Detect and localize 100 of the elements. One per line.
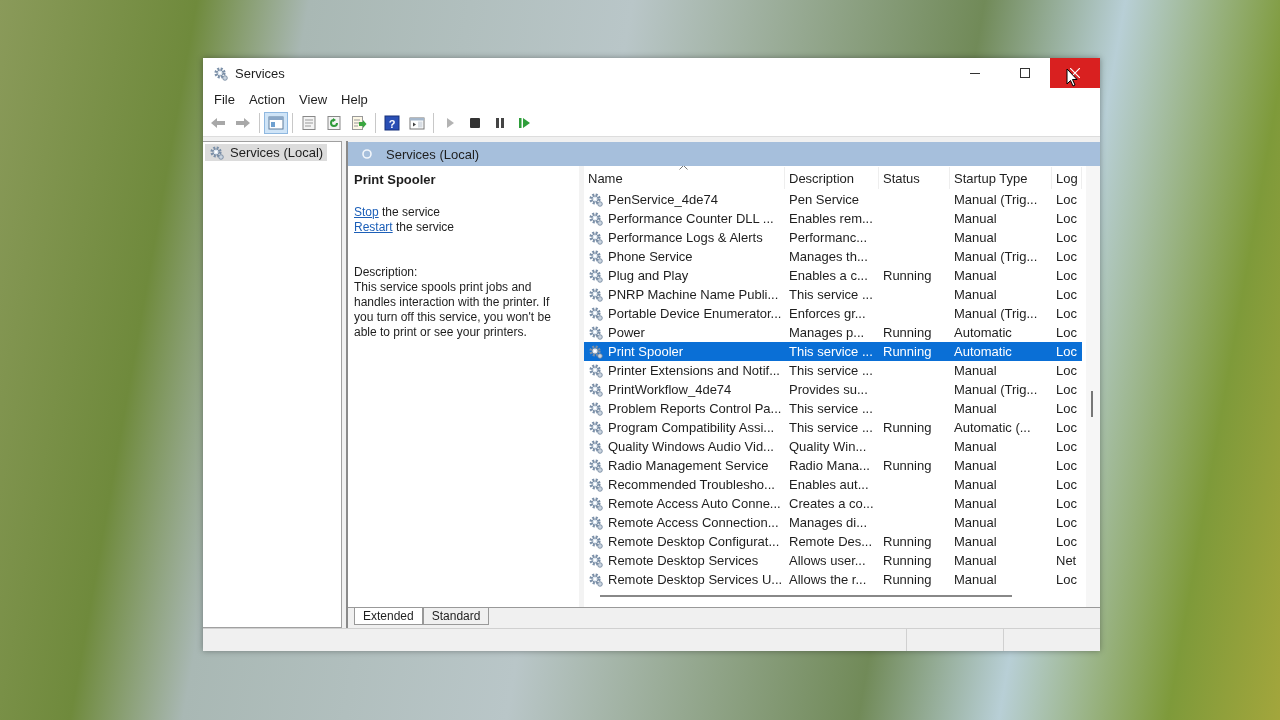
table-row[interactable]: Plug and Play Enables a c... Running Manual Loc [584, 266, 1082, 285]
table-row[interactable]: Print Spooler This service ... Running Automatic Loc [584, 342, 1082, 361]
table-cell: Power [608, 325, 645, 340]
vertical-scrollbar[interactable] [1086, 166, 1100, 607]
horizontal-scrollbar[interactable] [600, 595, 1012, 597]
table-row[interactable]: Remote Desktop Configurat... Remote Des... Running Manual Loc [584, 532, 1082, 551]
table-cell: Provides su... [789, 382, 868, 397]
close-button[interactable] [1050, 58, 1100, 88]
table-cell: Manual [954, 572, 997, 587]
table-cell: Manual [954, 230, 997, 245]
table-row[interactable]: Remote Access Connection... Manages di... Manual Loc [584, 513, 1082, 532]
table-cell: Running [883, 458, 932, 473]
table-cell: This service ... [789, 363, 873, 378]
table-row[interactable]: Radio Management Service Radio Mana... Running Manual Loc [584, 456, 1082, 475]
table-row[interactable]: Remote Desktop Services U... Allows the r... Running Manual Loc [584, 570, 1082, 589]
table-cell: Loc [1056, 325, 1077, 340]
table-row[interactable]: Performance Counter DLL ... Enables rem... Manual Loc [584, 209, 1082, 228]
table-cell: Printer Extensions and Notif... [608, 363, 780, 378]
table-row[interactable]: Recommended Troublesho... Enables aut... Manual Loc [584, 475, 1082, 494]
table-row[interactable]: Problem Reports Control Pa... This service ... Manual Loc [584, 399, 1082, 418]
table-cell: Manual [954, 534, 997, 549]
table-row[interactable]: Power Manages p... Running Automatic Loc [584, 323, 1082, 342]
table-cell: Loc [1056, 344, 1077, 359]
table-cell: Manual [954, 496, 997, 511]
column-header[interactable]: Name [584, 167, 785, 189]
menu-item[interactable]: View [292, 91, 335, 107]
table-cell: Manual [954, 553, 997, 568]
table-cell: Performanc... [789, 230, 868, 245]
table-cell: Remote Access Connection... [608, 515, 779, 530]
tree-item[interactable]: Services (Local) [205, 144, 328, 161]
table-cell: Automatic [954, 325, 1012, 340]
table-cell: Remote Des... [789, 534, 873, 549]
table-row[interactable]: PNRP Machine Name Publi... This service ... Manual Loc [584, 285, 1082, 304]
table-row[interactable]: Remote Access Auto Conne... Creates a co... Manual Loc [584, 494, 1082, 513]
table-cell: This service ... [789, 344, 873, 359]
table-cell: Manual (Trig... [954, 192, 1038, 207]
forward-arrow-icon [235, 115, 251, 131]
table-cell: Loc [1056, 230, 1077, 245]
gear-icon [588, 572, 603, 587]
column-header[interactable]: Description [785, 167, 879, 189]
table-cell: This service ... [789, 287, 873, 302]
column-header[interactable]: Status [879, 167, 950, 189]
properties-icon [301, 115, 317, 131]
table-cell: Manual [954, 439, 997, 454]
gear-icon [588, 230, 603, 245]
column-header[interactable]: Log [1052, 167, 1082, 189]
table-cell: Quality Windows Audio Vid... [608, 439, 774, 454]
table-row[interactable]: PrintWorkflow_4de74 Provides su... Manual (Trig... Loc [584, 380, 1082, 399]
table-row[interactable]: Printer Extensions and Notif... This service ... Manual Loc [584, 361, 1082, 380]
gear-icon [588, 420, 603, 435]
gear-icon [588, 363, 603, 378]
view-tab[interactable]: Standard [422, 608, 490, 625]
table-cell: Running [883, 420, 932, 435]
gear-icon [588, 325, 603, 340]
description-text: This service spools print jobs and handles interaction with the printer. If you turn off this service, you won't be able to print or see your printers. [354, 280, 552, 340]
table-cell: Loc [1056, 211, 1077, 226]
table-row[interactable]: PenService_4de74 Pen Service Manual (Trig... Loc [584, 190, 1082, 209]
action-link[interactable]: Restart [354, 220, 393, 234]
table-cell: Remote Access Auto Conne... [608, 496, 781, 511]
table-cell: Remote Desktop Services [608, 553, 759, 568]
gear-icon [588, 553, 603, 568]
table-cell: Running [883, 572, 932, 587]
table-cell: Enables a c... [789, 268, 868, 283]
gear-icon [588, 249, 603, 264]
menu-item[interactable]: Help [334, 91, 375, 107]
table-cell: Loc [1056, 477, 1077, 492]
table-cell: Radio Management Service [608, 458, 769, 473]
description-label: Description: [354, 265, 419, 280]
table-row[interactable]: Performance Logs & Alerts Performanc... Manual Loc [584, 228, 1082, 247]
table-cell: Loc [1056, 458, 1077, 473]
view-tab[interactable]: Extended [354, 608, 423, 625]
table-row[interactable]: Remote Desktop Services Allows user... Running Manual Net [584, 551, 1082, 570]
table-cell: Loc [1056, 572, 1077, 587]
table-cell: Loc [1056, 249, 1077, 264]
table-cell: Automatic (... [954, 420, 1031, 435]
table-cell: Allows user... [789, 553, 866, 568]
table-cell: Print Spooler [608, 344, 684, 359]
table-row[interactable]: Portable Device Enumerator... Enforces gr... Manual (Trig... Loc [584, 304, 1082, 323]
table-cell: Manages di... [789, 515, 868, 530]
menu-item[interactable]: Action [241, 91, 293, 107]
table-row[interactable]: Phone Service Manages th... Manual (Trig... Loc [584, 247, 1082, 266]
action-link[interactable]: Stop [354, 205, 379, 219]
table-cell: Loc [1056, 382, 1077, 397]
refresh-icon [326, 115, 342, 131]
table-cell: Manual (Trig... [954, 306, 1038, 321]
gear-icon [588, 458, 603, 473]
close-icon [1070, 68, 1080, 78]
table-cell: PenService_4de74 [608, 192, 718, 207]
table-cell: PNRP Machine Name Publi... [608, 287, 779, 302]
table-cell: Loc [1056, 363, 1077, 378]
table-cell: Loc [1056, 439, 1077, 454]
action-text: the service [395, 220, 455, 234]
table-row[interactable]: Program Compatibility Assi... This service ... Running Automatic (... Loc [584, 418, 1082, 437]
table-cell: Remote Desktop Services U... [608, 572, 783, 587]
column-header[interactable]: Startup Type [950, 167, 1052, 189]
menu-item[interactable]: File [207, 91, 242, 107]
table-cell: Performance Logs & Alerts [608, 230, 763, 245]
gear-icon [588, 211, 603, 226]
table-cell: Running [883, 344, 932, 359]
table-row[interactable]: Quality Windows Audio Vid... Quality Win... Manual Loc [584, 437, 1082, 456]
